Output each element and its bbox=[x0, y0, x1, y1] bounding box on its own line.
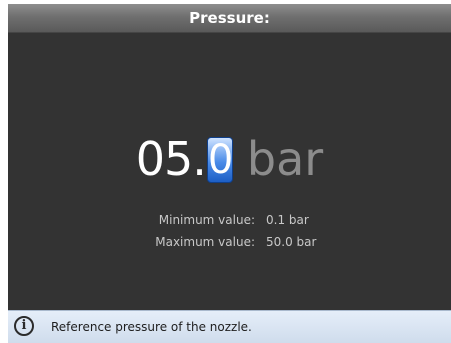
minimum-value-label: Minimum value: bbox=[158, 213, 255, 227]
info-bar: i Reference pressure of the nozzle. bbox=[8, 310, 451, 343]
pressure-unit: bar bbox=[246, 132, 324, 186]
dialog-title: Pressure: bbox=[189, 9, 270, 27]
pressure-value-digits: 05. bbox=[135, 132, 207, 186]
info-icon: i bbox=[14, 316, 34, 336]
minimum-value: 0.1 bar bbox=[266, 213, 309, 227]
minimum-value-row: Minimum value: 0.1 bar bbox=[8, 209, 451, 231]
maximum-value-row: Maximum value: 50.0 bar bbox=[8, 231, 451, 253]
maximum-value-label: Maximum value: bbox=[155, 235, 255, 249]
info-message: Reference pressure of the nozzle. bbox=[51, 320, 252, 334]
pressure-dialog: Pressure: 05.0 bar Minimum value: 0.1 bar… bbox=[8, 4, 451, 343]
title-bar: Pressure: bbox=[8, 4, 451, 33]
maximum-value: 50.0 bar bbox=[266, 235, 317, 249]
pressure-cursor-digit[interactable]: 0 bbox=[206, 137, 233, 183]
pressure-value-editor[interactable]: 05.0 bar bbox=[8, 124, 451, 194]
value-limits: Minimum value: 0.1 bar Maximum value: 50… bbox=[8, 209, 451, 253]
